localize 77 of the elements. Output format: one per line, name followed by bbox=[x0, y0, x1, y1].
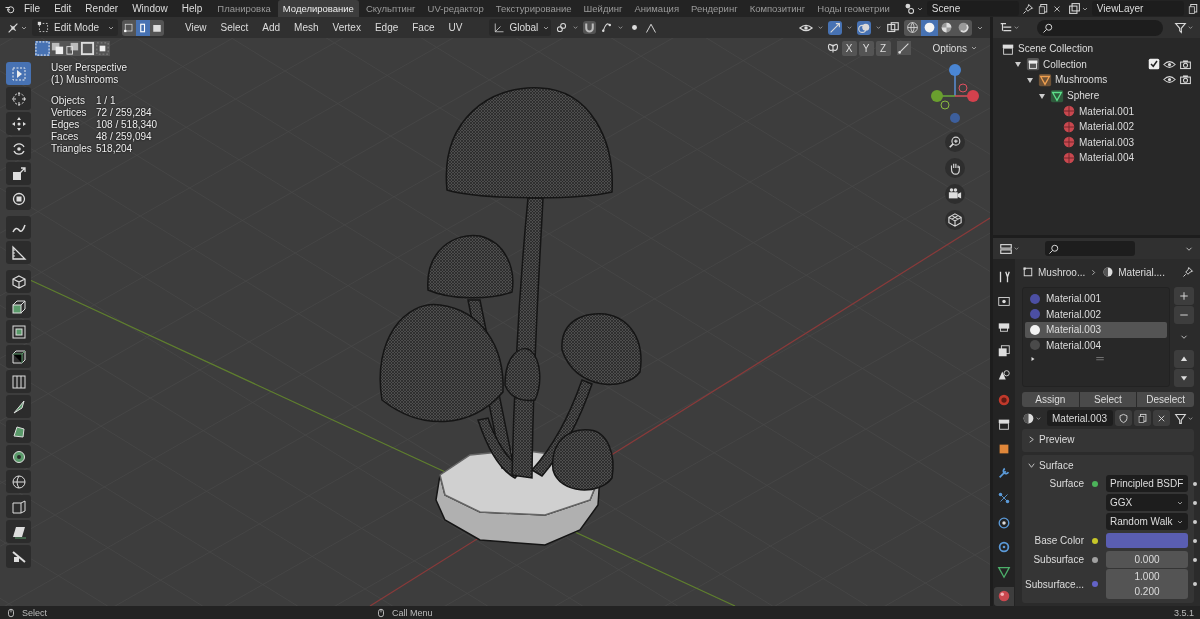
menu-item[interactable]: Edge bbox=[369, 22, 404, 33]
material-slot[interactable]: Material.001 bbox=[1025, 291, 1167, 307]
menu-item[interactable]: Select bbox=[215, 22, 254, 33]
view-layer-field[interactable]: ViewLayer bbox=[1091, 1, 1184, 16]
dropdown[interactable]: Random Walk bbox=[1106, 513, 1188, 530]
workspace-tab[interactable]: UV-редактор bbox=[422, 0, 489, 17]
stat-value: 48 / 259,094 bbox=[96, 131, 153, 142]
stat-label: Vertices bbox=[51, 107, 88, 118]
options-dropdown[interactable]: Options bbox=[926, 41, 984, 55]
outliner-item[interactable]: Collection bbox=[1043, 58, 1087, 70]
menu-item[interactable]: UV bbox=[443, 22, 468, 33]
dropdown[interactable]: GGX bbox=[1106, 494, 1188, 511]
stat-label: Triangles bbox=[51, 143, 93, 154]
field-label: Base Color bbox=[1033, 535, 1084, 546]
workspace-tab[interactable]: Ноды геометрии bbox=[812, 0, 895, 17]
workspace-tab[interactable]: Композитинг bbox=[744, 0, 811, 17]
field-label: Surface bbox=[1048, 478, 1084, 489]
outliner-item[interactable]: Sphere bbox=[1067, 90, 1100, 102]
outliner-item[interactable]: Material.002 bbox=[1079, 121, 1135, 133]
workspace-tab[interactable]: Анимация bbox=[629, 0, 685, 17]
workspace-tab[interactable]: Моделирование bbox=[277, 0, 359, 17]
slot-action-button[interactable]: Assign bbox=[1022, 392, 1079, 407]
menu-item[interactable]: Add bbox=[257, 22, 286, 33]
mode-dropdown[interactable]: Edit Mode bbox=[32, 19, 118, 36]
workspace-tab[interactable]: Шейдинг bbox=[578, 0, 628, 17]
orientation-dropdown[interactable]: Global bbox=[489, 19, 552, 36]
stat-value: 108 / 518,340 bbox=[96, 119, 158, 130]
vector-value[interactable]: 1.000 bbox=[1134, 570, 1160, 583]
breadcrumb-item[interactable]: Mushroo... bbox=[1038, 266, 1086, 278]
outliner-item[interactable]: Material.003 bbox=[1079, 136, 1135, 148]
scene-field[interactable]: Scene bbox=[926, 1, 1019, 16]
outliner-item[interactable]: Material.001 bbox=[1079, 105, 1135, 117]
menu-item[interactable]: File bbox=[18, 3, 47, 14]
stat-value: 72 / 259,284 bbox=[96, 107, 153, 118]
menu-item[interactable]: Window bbox=[126, 3, 174, 14]
view-name: User Perspective bbox=[51, 62, 129, 73]
menu-item[interactable]: Help bbox=[175, 3, 209, 14]
version-label: 3.5.1 bbox=[1173, 607, 1194, 618]
stat-label: Faces bbox=[51, 131, 80, 142]
shader-selector[interactable]: Principled BSDF bbox=[1106, 475, 1188, 492]
number-field[interactable]: 0.000 bbox=[1106, 551, 1188, 568]
panel-header[interactable]: Surface bbox=[1022, 457, 1194, 474]
menu-item[interactable]: Mesh bbox=[289, 22, 324, 33]
material-slot[interactable]: Material.003 bbox=[1025, 322, 1167, 338]
material-name-field[interactable]: Material.003 bbox=[1047, 410, 1113, 426]
material-slot[interactable]: Material.002 bbox=[1025, 306, 1167, 322]
axis-toggle[interactable]: X bbox=[841, 40, 857, 56]
status-hint: Call Menu bbox=[392, 607, 433, 618]
vector-field[interactable]: 1.000 0.200 bbox=[1106, 569, 1188, 599]
menu-item[interactable]: View bbox=[180, 22, 212, 33]
workspace-tab[interactable]: Рендеринг bbox=[686, 0, 743, 17]
workspace-tab[interactable]: Планировка bbox=[212, 0, 276, 17]
workspace-tab[interactable]: Текстурирование bbox=[490, 0, 577, 17]
slot-action-button[interactable]: Deselect bbox=[1137, 392, 1194, 407]
status-hint: Select bbox=[22, 607, 47, 618]
menu-item[interactable]: Face bbox=[407, 22, 440, 33]
outliner-item[interactable]: Material.004 bbox=[1079, 152, 1135, 164]
stat-label: Objects bbox=[51, 95, 86, 106]
axis-toggle[interactable]: Y bbox=[858, 40, 874, 56]
breadcrumb-item[interactable]: Material.... bbox=[1118, 266, 1165, 278]
axis-toggle[interactable]: Z bbox=[875, 40, 891, 56]
panel-header[interactable]: Preview bbox=[1022, 431, 1194, 448]
material-slot[interactable]: Material.004 bbox=[1025, 337, 1167, 353]
menu-item[interactable]: Vertex bbox=[327, 22, 366, 33]
slot-action-button[interactable]: Select bbox=[1079, 392, 1137, 407]
vector-value[interactable]: 0.200 bbox=[1134, 585, 1160, 598]
stat-value: 1 / 1 bbox=[96, 95, 117, 106]
stat-value: 518,204 bbox=[96, 143, 134, 154]
workspace-tab[interactable]: Скульптинг bbox=[360, 0, 421, 17]
outliner-item[interactable]: Scene Collection bbox=[1018, 43, 1094, 55]
stat-label: Edges bbox=[51, 119, 81, 130]
outliner-item[interactable]: Mushrooms bbox=[1055, 74, 1108, 86]
field-label: Subsurface... bbox=[1024, 578, 1084, 590]
object-name: (1) Mushrooms bbox=[51, 74, 120, 85]
menu-item[interactable]: Render bbox=[79, 3, 125, 14]
menu-item[interactable]: Edit bbox=[48, 3, 78, 14]
field-label: Subsurface bbox=[1032, 554, 1084, 565]
